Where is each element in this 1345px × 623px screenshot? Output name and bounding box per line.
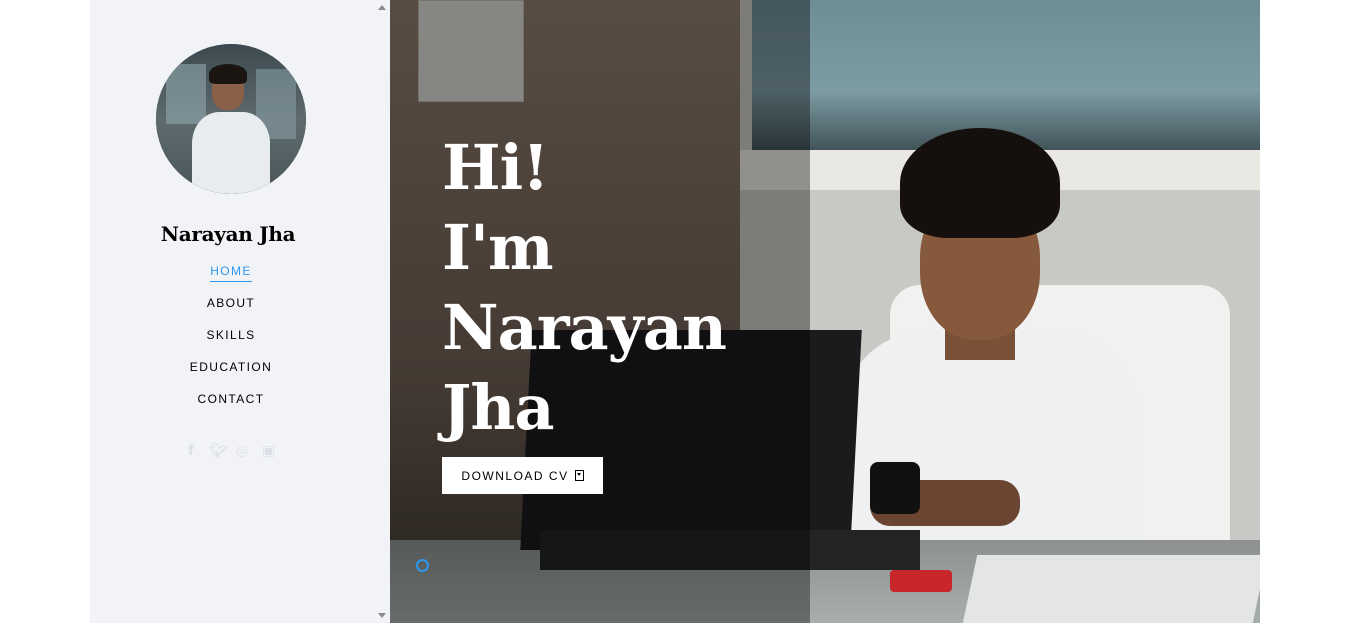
- nav-item-skills[interactable]: SKILLS: [90, 326, 372, 358]
- nav-item-label: ABOUT: [206, 296, 256, 310]
- headline-line: Hi!: [442, 131, 549, 204]
- download-cv-button[interactable]: DOWNLOAD CV: [442, 457, 603, 494]
- scroll-down-icon[interactable]: [378, 613, 386, 618]
- nav-item-label: EDUCATION: [189, 360, 273, 374]
- slider-dot[interactable]: [416, 559, 429, 572]
- nav-item-about[interactable]: ABOUT: [90, 294, 372, 326]
- nav-item-label: HOME: [210, 262, 252, 282]
- social-links: f 🐦︎ ◎ ▣: [182, 443, 282, 459]
- download-cv-label: DOWNLOAD CV: [461, 468, 569, 483]
- hero-headline: Hi! I'm Narayan Jha: [442, 128, 802, 448]
- nav-item-education[interactable]: EDUCATION: [90, 358, 372, 390]
- nav-item-label: CONTACT: [197, 392, 265, 406]
- download-file-icon: [574, 470, 584, 481]
- profile-name: Narayan Jha: [160, 222, 296, 246]
- linkedin-icon[interactable]: ▣: [262, 443, 275, 459]
- twitter-icon[interactable]: 🐦︎: [210, 443, 228, 459]
- headline-line: I'm: [442, 211, 554, 284]
- main-nav: HOME ABOUT SKILLS EDUCATION CONTACT: [90, 262, 372, 422]
- nav-item-contact[interactable]: CONTACT: [90, 390, 372, 422]
- headline-line: Jha: [442, 371, 555, 444]
- headline-line: Narayan: [442, 291, 727, 364]
- hero-section: Hi! I'm Narayan Jha DOWNLOAD CV: [390, 0, 1260, 623]
- page: Narayan Jha HOME ABOUT SKILLS EDUCATION …: [0, 0, 1345, 623]
- instagram-icon[interactable]: ◎: [236, 443, 248, 459]
- nav-item-label: SKILLS: [206, 328, 256, 342]
- scroll-up-icon[interactable]: [378, 5, 386, 10]
- nav-item-home[interactable]: HOME: [90, 262, 372, 294]
- sidebar: Narayan Jha HOME ABOUT SKILLS EDUCATION …: [90, 0, 390, 623]
- scrollbar[interactable]: [374, 0, 390, 623]
- avatar: [156, 44, 306, 194]
- facebook-icon[interactable]: f: [188, 443, 194, 459]
